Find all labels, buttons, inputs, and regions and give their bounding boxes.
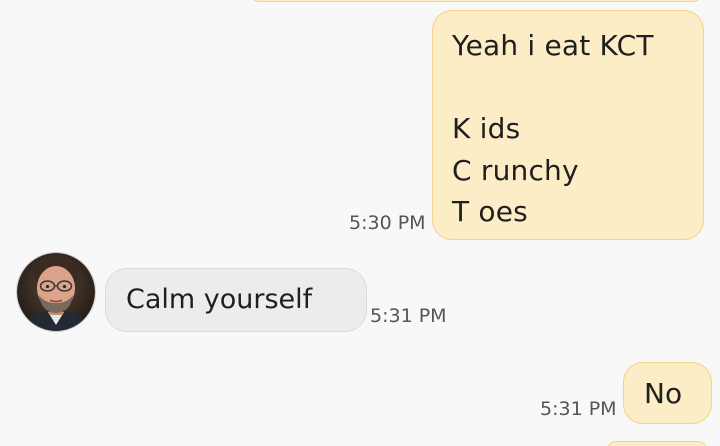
message-timestamp: 5:30 PM (349, 212, 426, 234)
message-timestamp: 5:31 PM (370, 305, 447, 327)
outgoing-message-bubble[interactable]: No (623, 362, 712, 424)
message-text: Calm yourself (126, 284, 313, 315)
message-text-line (452, 67, 685, 109)
message-text-line: Yeah i eat KCT (452, 29, 654, 62)
message-text-line: K ids (452, 112, 521, 145)
incoming-message-bubble[interactable]: Calm yourself (105, 268, 367, 332)
next-message-bubble[interactable] (606, 441, 708, 446)
message-text: No (644, 377, 683, 410)
outgoing-message-bubble[interactable]: Yeah i eat KCT K ids C runchy T oes (432, 10, 704, 240)
message-text-line: T oes (452, 195, 528, 228)
contact-avatar[interactable] (17, 253, 95, 331)
message-text-line: C runchy (452, 153, 579, 187)
contact-photo-icon (21, 260, 91, 331)
previous-message-bubble[interactable] (248, 0, 704, 2)
conversation-view[interactable]: Yeah i eat KCT K ids C runchy T oes 5:30… (0, 0, 720, 446)
message-timestamp: 5:31 PM (540, 398, 617, 420)
